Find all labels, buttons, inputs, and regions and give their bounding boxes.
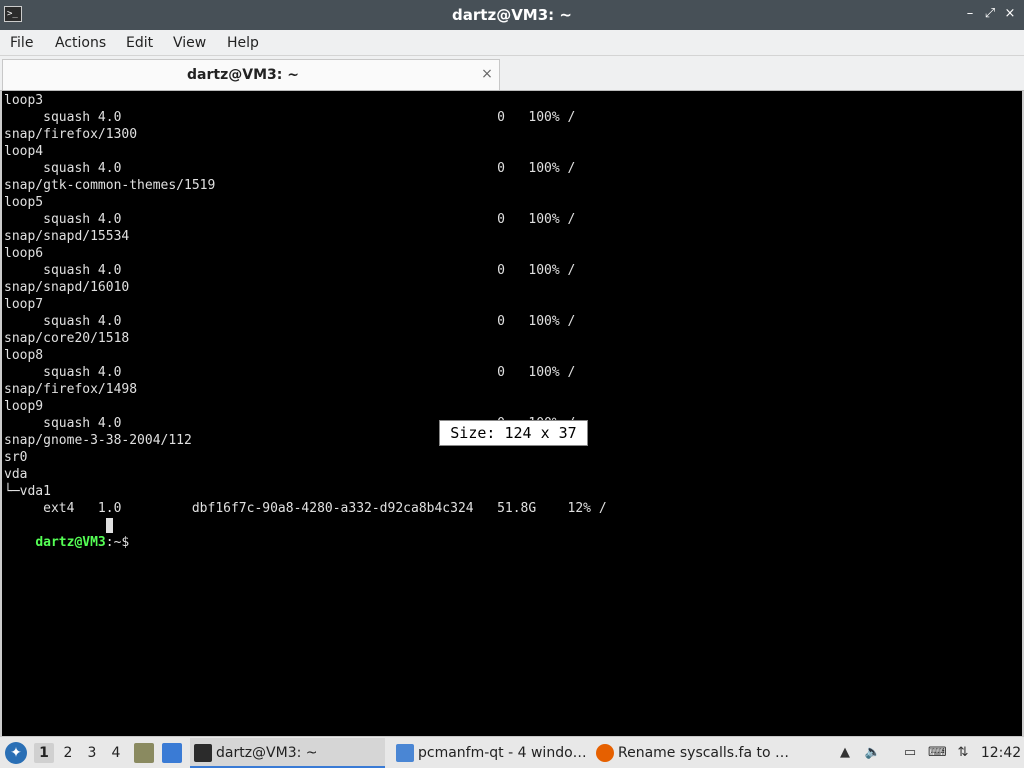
terminal-line: squash 4.0 0 100% / bbox=[4, 161, 576, 176]
menu-actions[interactable]: Actions bbox=[55, 30, 106, 56]
menu-help[interactable]: Help bbox=[227, 30, 259, 56]
clipboard-icon[interactable]: ▭ bbox=[901, 744, 919, 762]
close-button[interactable]: × bbox=[1002, 6, 1018, 22]
prompt-line: dartz@VM3:~$ bbox=[4, 517, 137, 550]
terminal-line: ext4 1.0 dbf16f7c-90a8-4280-a332-d92ca8b… bbox=[4, 501, 607, 516]
task-terminal[interactable]: dartz@VM3: ~ bbox=[190, 738, 385, 768]
show-desktop-icon[interactable] bbox=[162, 743, 182, 763]
terminal-output[interactable]: loop3 squash 4.0 0 100% / snap/firefox/13… bbox=[0, 91, 1024, 736]
terminal-icon bbox=[194, 744, 212, 762]
terminal-line: sr0 bbox=[4, 450, 28, 465]
terminal-line: squash 4.0 0 100% / bbox=[4, 110, 576, 125]
menu-file[interactable]: File bbox=[10, 30, 33, 56]
tab-bar: dartz@VM3: ~ × bbox=[0, 56, 1024, 91]
terminal-line: squash 4.0 0 100% / bbox=[4, 263, 576, 278]
terminal-line: snap/core20/1518 bbox=[4, 331, 130, 346]
menu-bar: File Actions Edit View Help bbox=[0, 30, 1024, 56]
terminal-line: loop4 bbox=[4, 144, 44, 159]
tab-close-icon[interactable]: × bbox=[479, 66, 495, 82]
terminal-line: squash 4.0 0 100% / bbox=[4, 314, 576, 329]
firefox-icon bbox=[596, 744, 614, 762]
terminal-line: loop6 bbox=[4, 246, 44, 261]
terminal-line: snap/firefox/1498 bbox=[4, 382, 138, 397]
keyboard-icon[interactable]: ⌨ bbox=[928, 744, 947, 762]
task-firefox[interactable]: Rename syscalls.fa to … bbox=[592, 738, 792, 768]
task-firefox-label: Rename syscalls.fa to … bbox=[618, 745, 790, 761]
menu-view[interactable]: View bbox=[173, 30, 206, 56]
terminal-line: squash 4.0 0 100% / bbox=[4, 212, 576, 227]
task-terminal-label: dartz@VM3: ~ bbox=[216, 745, 318, 761]
terminal-line: snap/gtk-common-themes/1519 bbox=[4, 178, 216, 193]
file-manager-quicklaunch-icon[interactable] bbox=[134, 743, 154, 763]
prompt-user: dartz@VM3 bbox=[35, 535, 106, 550]
terminal-line: snap/gnome-3-38-2004/112 bbox=[4, 433, 192, 448]
tray-menu-icon[interactable]: ▲ bbox=[836, 744, 854, 762]
taskbar: ✦ 1 2 3 4 dartz@VM3: ~ pcmanfm-qt - 4 wi… bbox=[0, 736, 1024, 768]
terminal-line: loop3 bbox=[4, 93, 44, 108]
tab-terminal[interactable]: dartz@VM3: ~ × bbox=[2, 59, 500, 90]
prompt-path: :~$ bbox=[105, 535, 138, 550]
clock[interactable]: 12:42 bbox=[978, 737, 1024, 768]
terminal-line: vda bbox=[4, 467, 28, 482]
menu-edit[interactable]: Edit bbox=[126, 30, 153, 56]
window-titlebar[interactable]: >_ dartz@VM3: ~ – ⤢ × bbox=[0, 0, 1024, 30]
tab-label: dartz@VM3: ~ bbox=[187, 67, 299, 83]
terminal-line: snap/firefox/1300 bbox=[4, 127, 138, 142]
volume-icon[interactable]: 🔈 bbox=[864, 744, 882, 762]
folder-icon bbox=[396, 744, 414, 762]
start-menu-icon[interactable]: ✦ bbox=[5, 742, 27, 764]
minimize-button[interactable]: – bbox=[962, 6, 978, 22]
task-pcmanfm[interactable]: pcmanfm-qt - 4 windo… bbox=[392, 738, 587, 768]
maximize-button[interactable]: ⤢ bbox=[982, 6, 998, 22]
terminal-line: snap/snapd/15534 bbox=[4, 229, 130, 244]
task-pcmanfm-label: pcmanfm-qt - 4 windo… bbox=[418, 745, 587, 761]
terminal-line: └─vda1 bbox=[4, 484, 51, 499]
terminal-line: loop7 bbox=[4, 297, 44, 312]
desktop-4-button[interactable]: 4 bbox=[106, 743, 126, 763]
window-title: dartz@VM3: ~ bbox=[452, 6, 572, 24]
terminal-line: squash 4.0 0 100% / bbox=[4, 365, 576, 380]
desktop-3-button[interactable]: 3 bbox=[82, 743, 102, 763]
terminal-line: loop9 bbox=[4, 399, 44, 414]
text-cursor bbox=[105, 518, 113, 533]
size-tooltip: Size: 124 x 37 bbox=[439, 420, 588, 446]
terminal-line: loop8 bbox=[4, 348, 44, 363]
terminal-line: loop5 bbox=[4, 195, 44, 210]
desktop-2-button[interactable]: 2 bbox=[58, 743, 78, 763]
terminal-line: snap/snapd/16010 bbox=[4, 280, 130, 295]
desktop-1-button[interactable]: 1 bbox=[34, 743, 54, 763]
network-icon[interactable]: ⇅ bbox=[954, 744, 972, 762]
